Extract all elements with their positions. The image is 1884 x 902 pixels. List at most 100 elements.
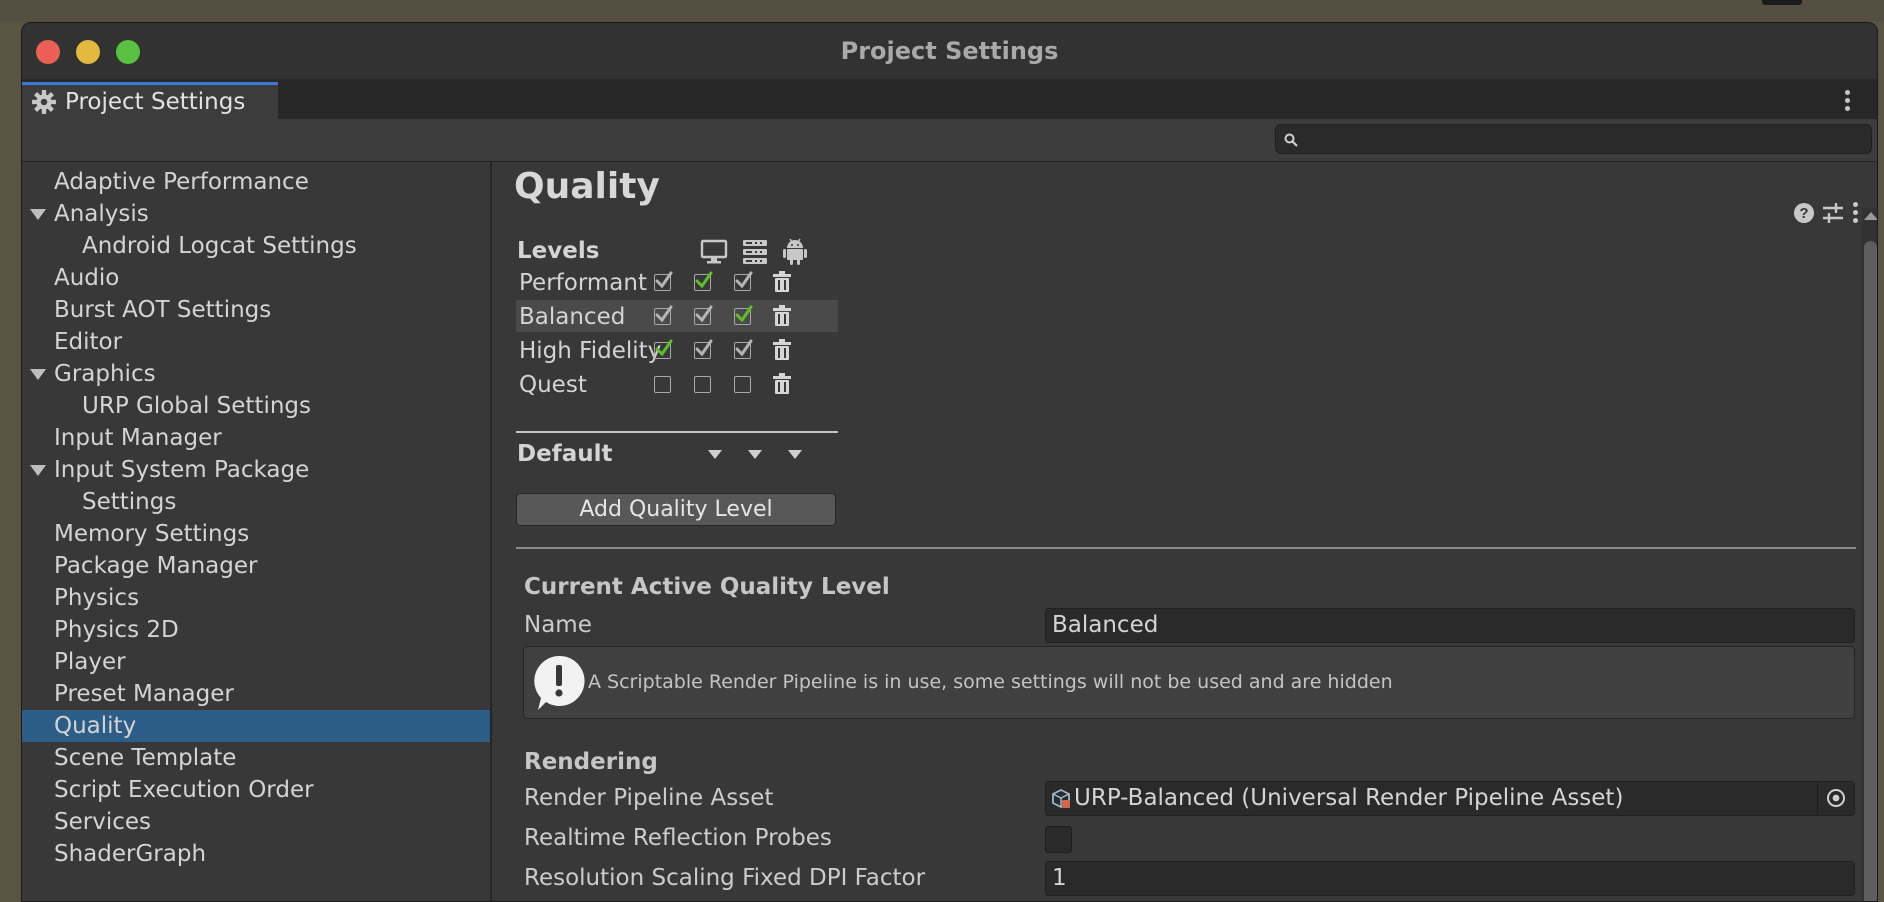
platform-checkbox[interactable] [694,305,713,325]
sidebar-item-label: Memory Settings [54,521,250,547]
platform-checkbox[interactable] [654,271,673,291]
help-icon[interactable]: ? [1793,202,1815,224]
default-dropdown-desktop-icon[interactable] [708,450,722,459]
vertical-scrollbar[interactable] [1862,208,1877,901]
sidebar-item-label: Audio [54,265,120,291]
dpi-factor-label: Resolution Scaling Fixed DPI Factor [524,865,926,891]
default-dropdown-server-icon[interactable] [748,450,762,459]
checkmark-icon [655,305,673,323]
checkmark-icon [695,305,713,323]
sidebar-item-package-manager[interactable]: Package Manager [22,550,490,582]
add-quality-level-button[interactable]: Add Quality Level [516,493,836,526]
levels-divider [516,431,838,433]
sidebar-item-analysis[interactable]: Analysis [22,198,490,230]
sidebar-item-label: Physics [54,585,140,611]
dpi-factor-field[interactable]: 1 [1045,861,1855,896]
platform-checkbox[interactable] [654,376,671,393]
quality-level-row[interactable]: Balanced [516,300,838,332]
sidebar-item-label: Burst AOT Settings [54,297,272,323]
platform-checkbox[interactable] [694,376,711,393]
desktop-background [0,0,1884,22]
sidebar-item-burst-aot-settings[interactable]: Burst AOT Settings [22,294,490,326]
search-field[interactable] [1275,124,1872,154]
platform-checkbox[interactable] [694,339,713,359]
platform-checkbox[interactable] [734,339,753,359]
sidebar-item-physics-2d[interactable]: Physics 2D [22,614,490,646]
section-divider [516,547,1856,549]
quality-level-row[interactable]: Performant [516,266,838,298]
sidebar-item-label: Preset Manager [54,681,234,707]
sidebar-item-label: Physics 2D [54,617,179,643]
sidebar-item-label: Editor [54,329,123,355]
sidebar-item-input-system-package[interactable]: Input System Package [22,454,490,486]
android-icon [783,238,807,265]
expand-triangle-icon[interactable] [30,209,46,220]
window-title: Project Settings [840,37,1059,65]
server-icon [743,240,767,264]
sidebar-item-settings[interactable]: Settings [22,486,490,518]
sidebar-item-scene-template[interactable]: Scene Template [22,742,490,774]
trash-icon[interactable] [772,339,792,361]
sidebar-item-graphics[interactable]: Graphics [22,358,490,390]
preset-sliders-icon[interactable] [1821,201,1845,225]
sidebar-item-label: Scene Template [54,745,237,771]
platform-checkbox[interactable] [734,305,753,325]
sidebar-item-audio[interactable]: Audio [22,262,490,294]
platform-checkbox[interactable] [694,271,713,291]
sidebar-item-input-manager[interactable]: Input Manager [22,422,490,454]
sidebar-item-player[interactable]: Player [22,646,490,678]
quality-level-name: Quest [519,372,587,398]
sidebar-item-label: Settings [82,489,177,515]
sidebar-item-shadergraph[interactable]: ShaderGraph [22,838,490,870]
quality-level-row[interactable]: Quest [516,368,838,400]
scroll-up-arrow-icon[interactable] [1864,212,1877,220]
scroll-thumb[interactable] [1864,241,1877,901]
title-bar[interactable]: Project Settings [22,23,1877,79]
sidebar-item-label: Analysis [54,201,149,227]
search-icon [1284,133,1298,147]
sidebar-item-label: Adaptive Performance [54,169,309,195]
checkmark-icon [735,271,753,289]
reflection-probes-label: Realtime Reflection Probes [524,825,832,851]
render-pipeline-value: URP-Balanced (Universal Render Pipeline … [1074,785,1624,811]
trash-icon[interactable] [772,373,792,395]
tab-options-icon[interactable] [1845,90,1851,114]
sidebar-item-preset-manager[interactable]: Preset Manager [22,678,490,710]
sidebar-item-services[interactable]: Services [22,806,490,838]
sidebar-item-physics[interactable]: Physics [22,582,490,614]
object-picker-button[interactable] [1817,782,1854,815]
rendering-section-title: Rendering [524,749,658,775]
platform-checkbox[interactable] [734,376,751,393]
sidebar-item-script-execution-order[interactable]: Script Execution Order [22,774,490,806]
sidebar-item-adaptive-performance[interactable]: Adaptive Performance [22,166,490,198]
default-dropdown-android-icon[interactable] [788,450,802,459]
sidebar-item-urp-global-settings[interactable]: URP Global Settings [22,390,490,422]
expand-triangle-icon[interactable] [30,465,46,476]
sidebar-item-label: Input Manager [54,425,222,451]
quality-level-row[interactable]: High Fidelity [516,334,838,366]
expand-triangle-icon[interactable] [30,369,46,380]
settings-sidebar: Adaptive Performance Analysis Android Logc… [22,162,492,901]
panel-options-icon[interactable] [1853,202,1859,226]
platform-checkbox[interactable] [734,271,753,291]
tab-label: Project Settings [65,89,246,115]
render-pipeline-field[interactable]: URP-Balanced (Universal Render Pipeline … [1045,781,1855,816]
sidebar-item-quality[interactable]: Quality [22,710,490,742]
sidebar-item-memory-settings[interactable]: Memory Settings [22,518,490,550]
sidebar-item-label: URP Global Settings [82,393,312,419]
sidebar-item-editor[interactable]: Editor [22,326,490,358]
trash-icon[interactable] [772,305,792,327]
platform-checkbox[interactable] [654,305,673,325]
warning-bubble-icon [534,655,585,710]
tab-project-settings[interactable]: Project Settings [22,82,278,119]
sidebar-item-label: ShaderGraph [54,841,207,867]
platform-checkbox[interactable] [654,339,673,359]
checkmark-icon [735,339,753,357]
name-field[interactable]: Balanced [1045,608,1855,643]
help-text: A Scriptable Render Pipeline is in use, … [588,671,1393,693]
trash-icon[interactable] [772,271,792,293]
reflection-probes-checkbox[interactable] [1045,826,1072,853]
toolbar [22,119,1877,162]
sidebar-item-android-logcat-settings[interactable]: Android Logcat Settings [22,230,490,262]
gear-icon [32,90,56,114]
